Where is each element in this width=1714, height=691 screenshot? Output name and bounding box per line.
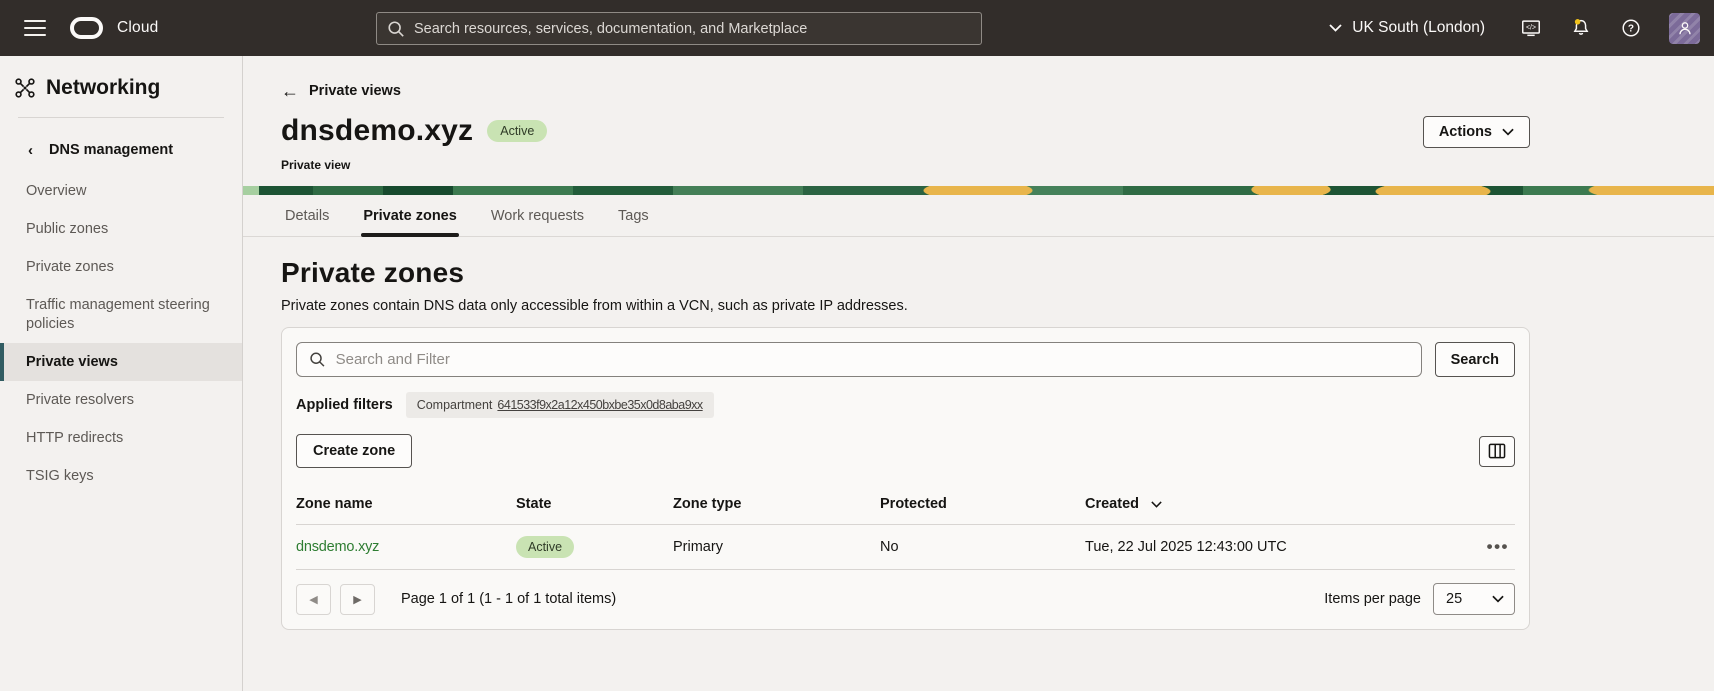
previous-page-icon: ◀ xyxy=(309,593,317,606)
col-zone-type: Zone type xyxy=(673,496,880,512)
section-description: Private zones contain DNS data only acce… xyxy=(281,298,1530,314)
sidebar-item-overview[interactable]: Overview xyxy=(0,172,242,210)
networking-icon xyxy=(14,77,36,99)
items-per-page-select[interactable]: 25 xyxy=(1433,583,1515,615)
previous-page-button[interactable]: ◀ xyxy=(296,584,331,615)
chevron-down-icon xyxy=(1492,595,1504,603)
chevron-down-icon xyxy=(1502,128,1514,136)
col-protected: Protected xyxy=(880,496,1085,512)
main-content: ← Private views dnsdemo.xyz Active Priva… xyxy=(243,56,1714,691)
create-zone-button[interactable]: Create zone xyxy=(296,434,412,468)
sidebar-item-tsig-keys[interactable]: TSIG keys xyxy=(0,457,242,495)
search-icon xyxy=(387,20,405,38)
zone-state-badge: Active xyxy=(516,536,574,558)
chevron-down-icon xyxy=(1329,24,1342,32)
region-selector[interactable]: UK South (London) xyxy=(1329,19,1485,37)
tab-details[interactable]: Details xyxy=(283,195,331,236)
col-created[interactable]: Created xyxy=(1085,496,1471,512)
hamburger-menu-icon[interactable] xyxy=(24,20,46,36)
tab-tags[interactable]: Tags xyxy=(616,195,651,236)
page-title: dnsdemo.xyz xyxy=(281,114,473,148)
table-header: Zone name State Zone type Protected Crea… xyxy=(296,486,1515,525)
sidebar-item-public-zones[interactable]: Public zones xyxy=(0,210,242,248)
top-header: Cloud UK South (London) </> ? xyxy=(0,0,1714,56)
notifications-button[interactable] xyxy=(1569,16,1593,40)
brand-label: Cloud xyxy=(117,19,159,37)
help-icon: ? xyxy=(1620,17,1642,39)
global-search[interactable] xyxy=(376,12,982,45)
bell-icon xyxy=(1570,17,1592,39)
section-heading: Private zones xyxy=(281,257,1530,289)
tab-private-zones[interactable]: Private zones xyxy=(361,195,459,236)
search-filter-field[interactable] xyxy=(296,342,1422,377)
sidebar-section-dns-management[interactable]: ‹ DNS management xyxy=(0,132,242,168)
page-subtitle: Private view xyxy=(281,158,1530,172)
zones-panel: Search Applied filters Compartment 64153… xyxy=(281,327,1530,630)
back-arrow-icon: ← xyxy=(281,82,299,100)
sidebar-item-http-redirects[interactable]: HTTP redirects xyxy=(0,419,242,457)
next-page-button[interactable]: ▶ xyxy=(340,584,375,615)
global-search-input[interactable] xyxy=(414,21,971,37)
cloud-shell-icon: </> xyxy=(1520,17,1542,39)
user-icon xyxy=(1675,18,1695,38)
table-row: dnsdemo.xyz Active Primary No Tue, 22 Ju… xyxy=(296,525,1515,570)
sort-descending-icon xyxy=(1151,501,1162,508)
help-button[interactable]: ? xyxy=(1619,16,1643,40)
tab-work-requests[interactable]: Work requests xyxy=(489,195,586,236)
row-actions-menu[interactable]: ••• xyxy=(1471,537,1515,557)
pagination-text: Page 1 of 1 (1 - 1 of 1 total items) xyxy=(401,591,616,607)
zones-table: Zone name State Zone type Protected Crea… xyxy=(296,486,1515,570)
manage-columns-button[interactable] xyxy=(1479,436,1515,467)
col-zone-name: Zone name xyxy=(296,496,516,512)
region-label: UK South (London) xyxy=(1352,19,1485,37)
compartment-filter-chip[interactable]: Compartment 641533f9x2a12x450bxbe35x0d8a… xyxy=(406,392,714,418)
zone-type-cell: Primary xyxy=(673,539,880,555)
columns-icon xyxy=(1488,443,1506,459)
decorative-banner xyxy=(243,186,1714,195)
svg-text:</>: </> xyxy=(1526,24,1536,31)
svg-text:?: ? xyxy=(1628,24,1634,35)
status-badge: Active xyxy=(487,120,547,142)
sidebar: Networking ‹ DNS management Overview Pub… xyxy=(0,56,243,691)
sidebar-item-traffic-management[interactable]: Traffic management steering policies xyxy=(0,286,242,342)
sidebar-item-private-views[interactable]: Private views xyxy=(0,343,242,381)
back-link[interactable]: ← Private views xyxy=(281,82,401,100)
search-button[interactable]: Search xyxy=(1435,342,1515,377)
avatar[interactable] xyxy=(1669,13,1700,44)
divider xyxy=(18,117,224,118)
sidebar-title: Networking xyxy=(46,76,160,100)
tabs-bar: Details Private zones Work requests Tags xyxy=(243,195,1714,237)
cloud-shell-button[interactable]: </> xyxy=(1519,16,1543,40)
chevron-left-icon: ‹ xyxy=(28,143,33,158)
sidebar-item-private-resolvers[interactable]: Private resolvers xyxy=(0,381,242,419)
applied-filters-label: Applied filters xyxy=(296,397,393,413)
search-icon xyxy=(309,351,326,368)
sidebar-item-private-zones[interactable]: Private zones xyxy=(0,248,242,286)
pagination: ◀ ▶ Page 1 of 1 (1 - 1 of 1 total items)… xyxy=(296,583,1515,617)
compartment-id: 641533f9x2a12x450bxbe35x0d8aba9xx xyxy=(497,398,702,412)
protected-cell: No xyxy=(880,539,1085,555)
actions-button[interactable]: Actions xyxy=(1423,116,1530,148)
items-per-page-label: Items per page xyxy=(1324,591,1421,607)
col-state: State xyxy=(516,496,673,512)
created-cell: Tue, 22 Jul 2025 12:43:00 UTC xyxy=(1085,539,1471,555)
next-page-icon: ▶ xyxy=(353,593,361,606)
search-filter-input[interactable] xyxy=(336,351,1409,368)
zone-name-link[interactable]: dnsdemo.xyz xyxy=(296,539,379,555)
oracle-logo[interactable] xyxy=(70,17,103,39)
sidebar-nav: Overview Public zones Private zones Traf… xyxy=(0,172,242,495)
